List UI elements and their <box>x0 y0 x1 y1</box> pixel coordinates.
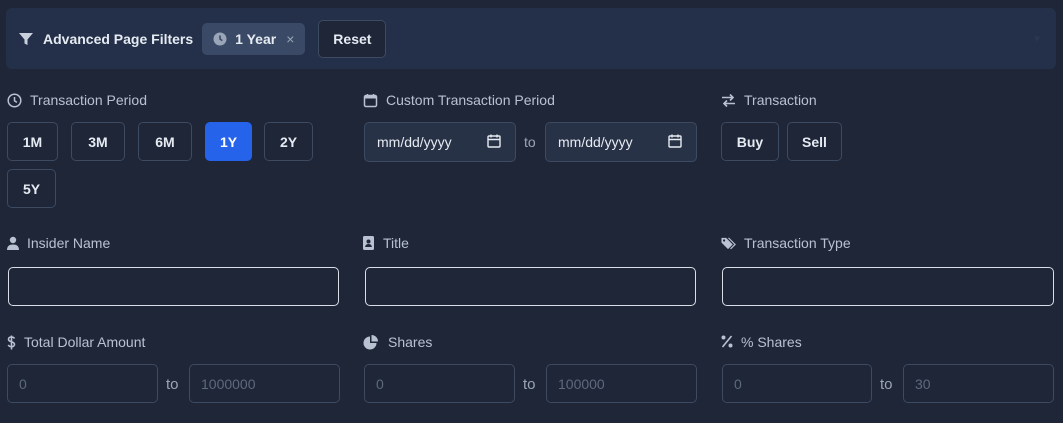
dollar-icon <box>7 335 16 350</box>
transaction-period-label: Transaction Period <box>7 92 147 108</box>
transaction-type-input[interactable] <box>722 267 1054 306</box>
transaction-label: Transaction <box>721 92 817 108</box>
date-to-label: to <box>524 134 536 150</box>
period-1y-button[interactable]: 1Y <box>205 122 252 161</box>
insider-name-text: Insider Name <box>27 235 111 251</box>
title-input[interactable] <box>365 267 696 306</box>
percent-icon <box>721 334 733 350</box>
exchange-icon <box>721 93 736 108</box>
percent-shares-text: % Shares <box>741 334 802 350</box>
close-icon[interactable]: × <box>286 31 294 47</box>
percent-min-input[interactable]: 0 <box>722 364 872 403</box>
total-dollar-amount-text: Total Dollar Amount <box>24 334 146 350</box>
dollar-max-input[interactable]: 1000000 <box>189 364 340 403</box>
transaction-type-text: Transaction Type <box>744 235 851 251</box>
insider-name-input[interactable] <box>8 267 339 306</box>
dollar-max-placeholder: 1000000 <box>201 375 256 392</box>
dollar-min-input[interactable]: 0 <box>7 364 158 403</box>
period-5y-button[interactable]: 5Y <box>7 169 56 208</box>
active-filter-chip: 1 Year × <box>202 22 306 55</box>
transaction-text: Transaction <box>744 92 817 108</box>
shares-to-label: to <box>523 376 536 393</box>
period-1m-button[interactable]: 1M <box>7 122 58 161</box>
to-date-placeholder: mm/dd/yyyy <box>558 134 633 150</box>
total-dollar-amount-label: Total Dollar Amount <box>7 334 145 350</box>
calendar-icon <box>363 93 378 108</box>
period-2y-button[interactable]: 2Y <box>264 122 313 161</box>
shares-max-input[interactable]: 100000 <box>546 364 697 403</box>
dollar-min-placeholder: 0 <box>19 375 27 392</box>
clock-icon <box>213 32 227 46</box>
chip-label: 1 Year <box>235 30 277 47</box>
shares-min-input[interactable]: 0 <box>364 364 515 403</box>
clock-icon <box>7 92 22 108</box>
percent-max-placeholder: 30 <box>915 375 931 392</box>
chevron-down-icon[interactable]: ▼ <box>1032 34 1042 45</box>
shares-text: Shares <box>388 334 433 350</box>
reset-button[interactable]: Reset <box>318 19 387 58</box>
transaction-type-label: Transaction Type <box>721 235 851 251</box>
insider-name-label: Insider Name <box>7 235 110 251</box>
filter-icon <box>18 31 34 47</box>
from-date-input[interactable]: mm/dd/yyyy <box>364 122 516 162</box>
tags-icon <box>721 236 736 251</box>
shares-max-placeholder: 100000 <box>558 375 605 392</box>
dollar-to-label: to <box>166 376 179 393</box>
percent-shares-label: % Shares <box>721 334 802 350</box>
custom-period-text: Custom Transaction Period <box>386 92 555 108</box>
to-date-input[interactable]: mm/dd/yyyy <box>545 122 697 162</box>
shares-label: Shares <box>363 334 432 350</box>
advanced-filters-header[interactable]: Advanced Page Filters 1 Year × Reset ▼ <box>6 8 1056 69</box>
calendar-icon[interactable] <box>487 134 501 151</box>
percent-max-input[interactable]: 30 <box>903 364 1054 403</box>
pie-chart-icon <box>363 334 380 350</box>
percent-min-placeholder: 0 <box>734 375 742 392</box>
header-title: Advanced Page Filters <box>43 30 194 47</box>
id-badge-icon <box>363 235 375 251</box>
buy-button[interactable]: Buy <box>721 122 779 161</box>
period-3m-button[interactable]: 3M <box>71 122 125 161</box>
shares-min-placeholder: 0 <box>376 375 384 392</box>
from-date-placeholder: mm/dd/yyyy <box>377 134 452 150</box>
period-6m-button[interactable]: 6M <box>138 122 192 161</box>
title-text: Title <box>383 235 409 251</box>
title-label: Title <box>363 235 409 251</box>
transaction-period-text: Transaction Period <box>30 92 147 108</box>
user-icon <box>7 236 19 251</box>
calendar-icon[interactable] <box>668 134 682 151</box>
sell-button[interactable]: Sell <box>787 122 842 161</box>
percent-to-label: to <box>880 376 893 393</box>
custom-period-label: Custom Transaction Period <box>363 92 555 108</box>
